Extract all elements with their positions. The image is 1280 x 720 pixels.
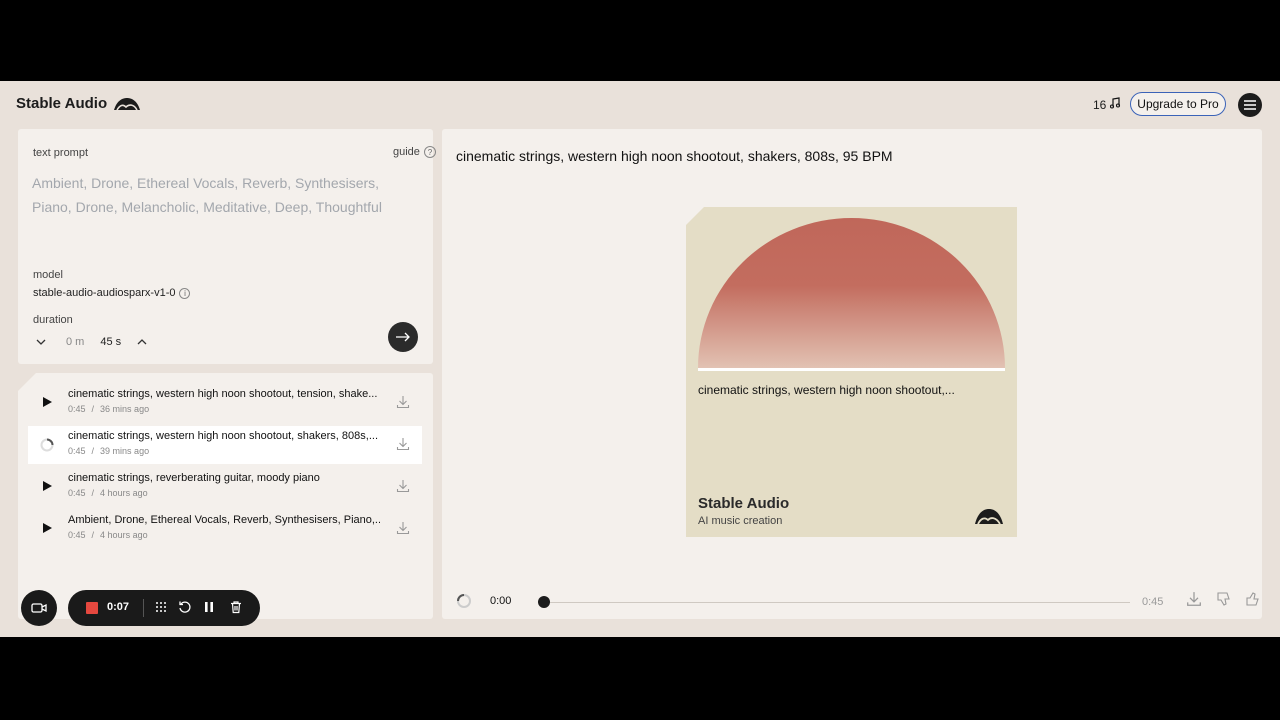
restart-icon[interactable] [178, 600, 192, 619]
card-subtitle: AI music creation [698, 515, 783, 527]
model-value: stable-audio-audiosparx-v1-0 [33, 287, 176, 299]
generate-button[interactable] [388, 322, 418, 352]
pause-icon[interactable] [202, 600, 216, 619]
card-brand: Stable Audio [698, 495, 790, 512]
text-prompt-label: text prompt [33, 147, 89, 159]
camera-toggle-button[interactable] [21, 590, 57, 626]
current-track-title: cinematic strings, western high noon sho… [456, 148, 893, 164]
upgrade-to-pro-button[interactable]: Upgrade to Pro [1130, 92, 1226, 116]
question-icon: ? [423, 146, 436, 158]
loading-spinner-icon [456, 593, 472, 614]
download-icon[interactable] [396, 437, 410, 456]
music-note-icon [1109, 97, 1121, 112]
sun-artwork [698, 218, 1005, 371]
track-meta: 0:45/4 hours ago [68, 488, 148, 498]
track-meta: 0:45/39 mins ago [68, 446, 150, 456]
thumbs-up-icon[interactable] [1245, 591, 1261, 612]
recording-time: 0:07 [107, 601, 130, 613]
duration-seconds[interactable]: 45 s [100, 336, 121, 348]
stable-audio-logo-icon [113, 97, 141, 111]
drag-grid-icon[interactable] [154, 600, 168, 619]
guide-link[interactable]: guide ? [393, 146, 436, 158]
track-title: Ambient, Drone, Ethereal Vocals, Reverb,… [68, 514, 380, 526]
recording-toolbar: 0:07 [68, 590, 260, 626]
video-camera-icon [31, 603, 47, 613]
brand[interactable]: Stable Audio [16, 95, 141, 112]
guide-label: guide [393, 146, 420, 158]
app-window: Stable Audio 16 Upgrade to Pro text prom… [0, 81, 1280, 637]
download-icon[interactable] [1186, 591, 1202, 612]
hamburger-menu-icon[interactable] [1238, 93, 1262, 117]
stop-recording-button[interactable] [86, 602, 98, 614]
brand-name: Stable Audio [16, 95, 108, 112]
track-title: cinematic strings, western high noon sho… [68, 430, 378, 442]
chevron-down-icon[interactable] [34, 335, 48, 349]
credits-counter: 16 [1093, 97, 1121, 112]
model-selector[interactable]: stable-audio-audiosparx-v1-0 i [33, 287, 191, 299]
prompt-panel: text prompt guide ? Ambient, Drone, Ethe… [18, 129, 436, 364]
progress-knob[interactable] [538, 596, 550, 608]
trash-icon[interactable] [229, 600, 243, 619]
track-meta: 0:45/36 mins ago [68, 404, 150, 414]
progress-bar[interactable] [544, 602, 1130, 603]
arrow-right-icon [396, 332, 410, 342]
loading-spinner-icon [40, 438, 54, 452]
play-icon[interactable] [43, 397, 52, 407]
track-title: cinematic strings, reverberating guitar,… [68, 472, 320, 484]
history-item[interactable]: Ambient, Drone, Ethereal Vocals, Reverb,… [28, 510, 422, 548]
credits-count: 16 [1093, 97, 1107, 112]
play-icon[interactable] [43, 481, 52, 491]
download-icon[interactable] [396, 479, 410, 498]
header: Stable Audio 16 Upgrade to Pro [0, 81, 1280, 129]
download-icon[interactable] [396, 521, 410, 540]
card-track-title: cinematic strings, western high noon sho… [698, 383, 955, 397]
text-prompt-input[interactable]: Ambient, Drone, Ethereal Vocals, Reverb,… [32, 171, 422, 219]
chevron-up-icon[interactable] [135, 335, 149, 349]
total-time: 0:45 [1142, 596, 1164, 608]
stable-audio-logo-icon [974, 508, 1004, 530]
current-time: 0:00 [490, 595, 512, 607]
history-item[interactable]: cinematic strings, reverberating guitar,… [28, 468, 422, 506]
audio-player: 0:00 0:45 [456, 591, 1259, 614]
divider [143, 599, 144, 617]
history-item[interactable]: cinematic strings, western high noon sho… [28, 426, 422, 464]
duration-minutes[interactable]: 0 m [66, 336, 84, 348]
info-icon[interactable]: i [179, 287, 191, 299]
album-art-card: cinematic strings, western high noon sho… [686, 207, 1017, 537]
thumbs-down-icon[interactable] [1216, 591, 1232, 612]
download-icon[interactable] [396, 395, 410, 414]
model-label: model [33, 269, 63, 281]
track-title: cinematic strings, western high noon sho… [68, 388, 378, 400]
main-panel: cinematic strings, western high noon sho… [442, 129, 1262, 619]
duration-label: duration [33, 314, 73, 326]
track-meta: 0:45/4 hours ago [68, 530, 148, 540]
duration-control: 0 m 45 s [34, 335, 149, 349]
history-panel: cinematic strings, western high noon sho… [18, 373, 433, 619]
play-icon[interactable] [43, 523, 52, 533]
history-item[interactable]: cinematic strings, western high noon sho… [28, 384, 422, 422]
